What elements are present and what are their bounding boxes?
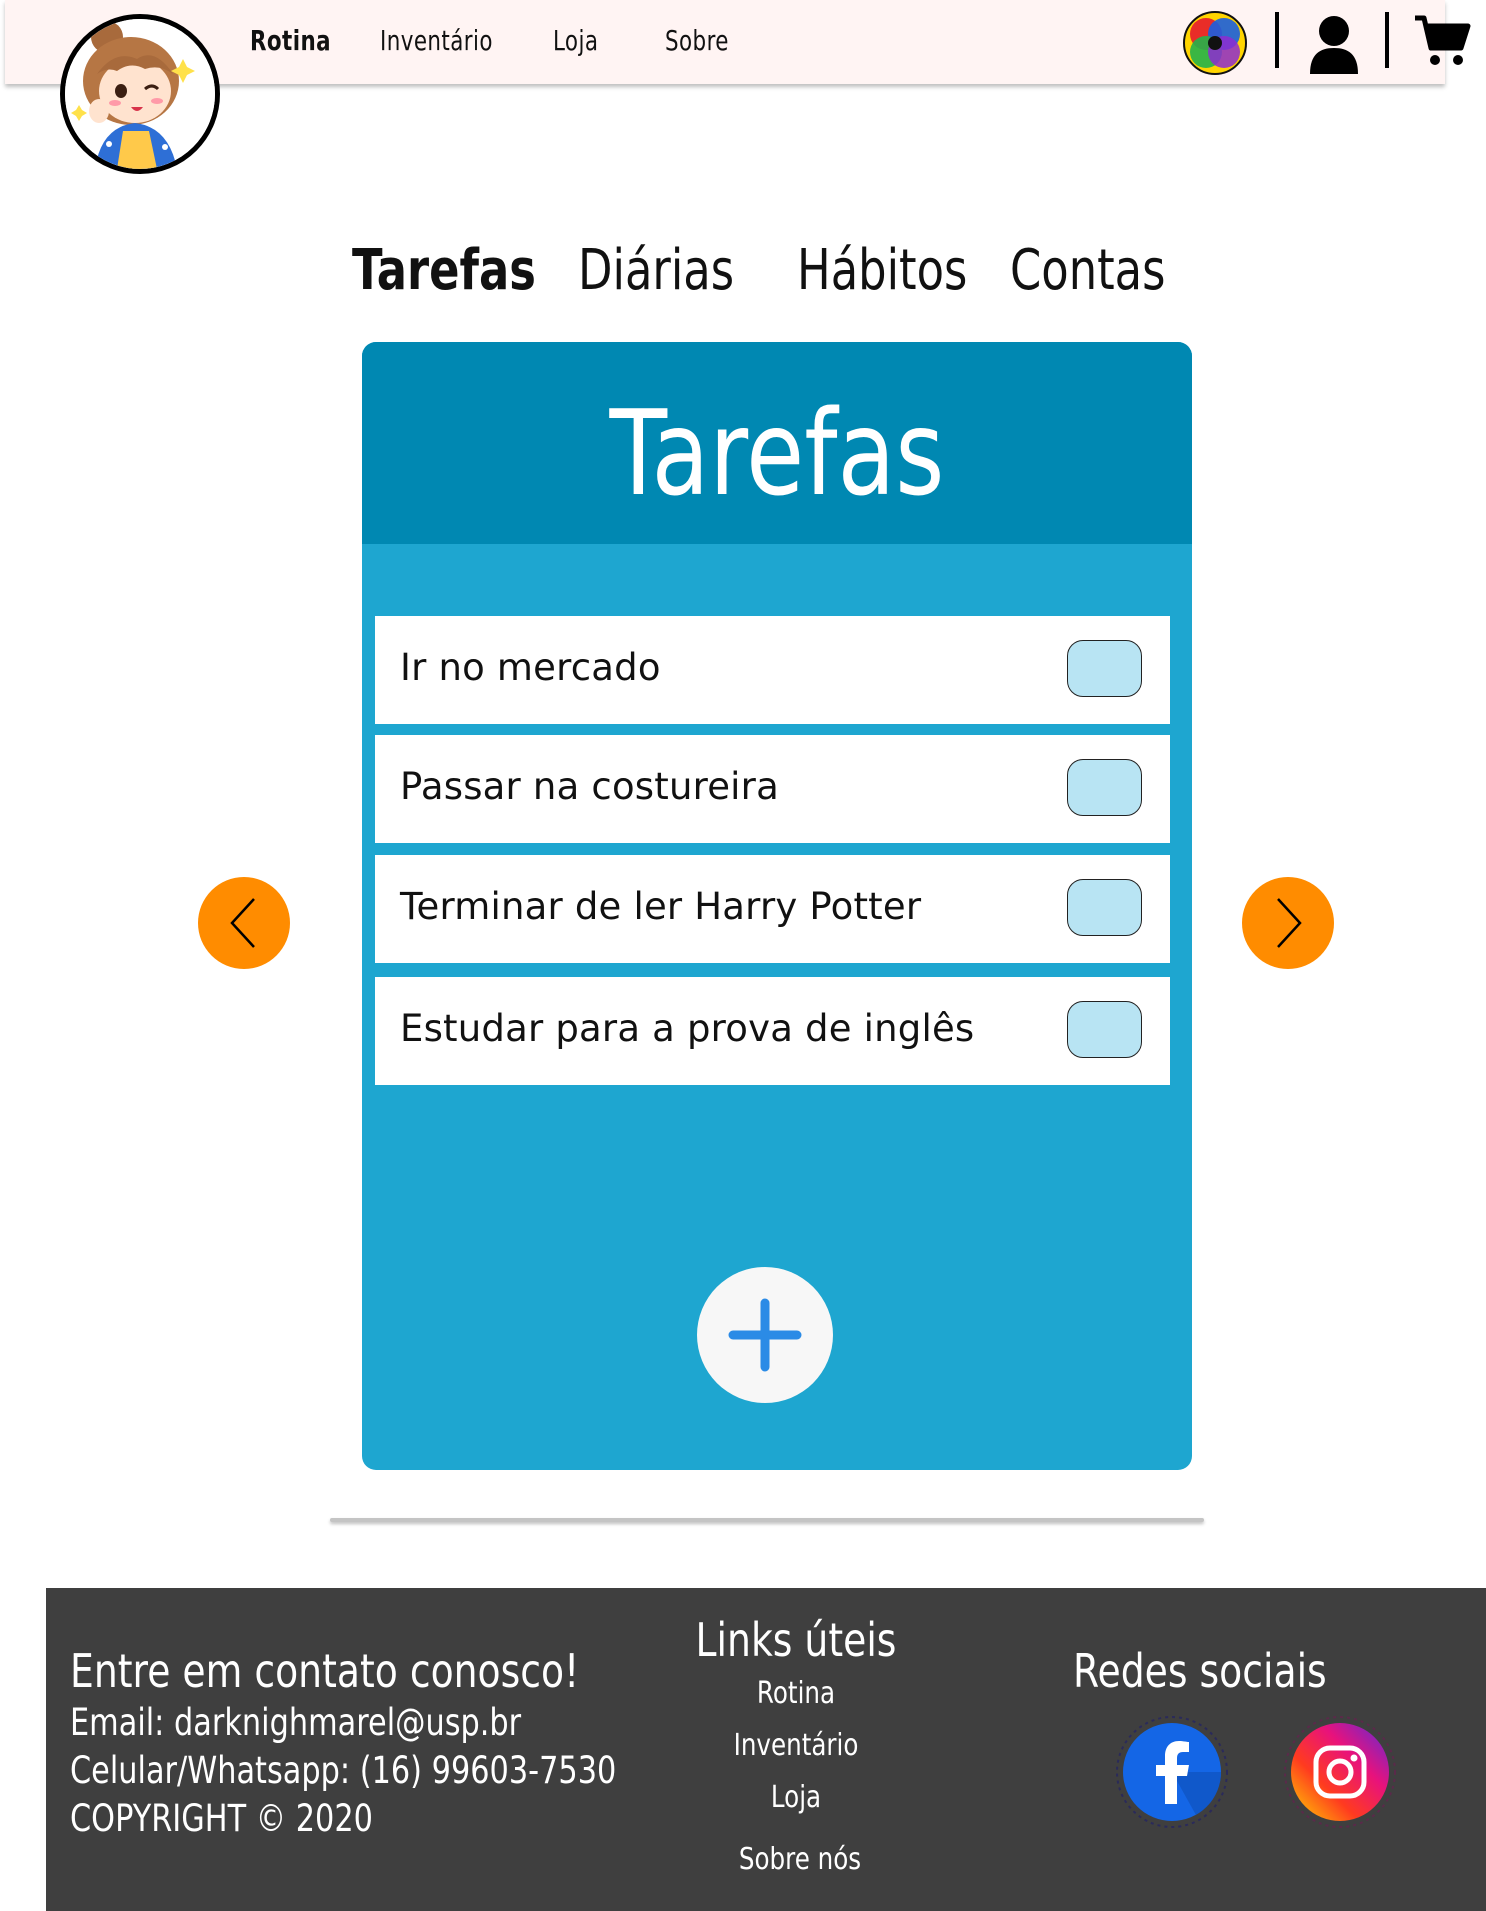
task-label: Terminar de ler Harry Potter [400,885,922,928]
panel-title: Tarefas [609,384,945,522]
instagram-link[interactable] [1284,1716,1396,1828]
nav-link-sobre[interactable]: Sobre [665,24,729,57]
contact-phone: Celular/Whatsapp: (16) 99603-7530 [70,1749,617,1792]
tab-diarias[interactable]: Diárias [578,238,734,303]
user-icon[interactable] [1308,14,1360,80]
nav-link-loja[interactable]: Loja [553,24,598,57]
chevron-left-icon [230,898,255,948]
task-item: Ir no mercado [375,616,1170,724]
task-label: Passar na costureira [400,765,779,808]
panel-header: Tarefas [362,342,1192,544]
footer-link-sobre-nos[interactable]: Sobre nós [677,1842,923,1877]
footer-link-inventario[interactable]: Inventário [673,1728,919,1763]
nav-link-rotina[interactable]: Rotina [250,24,331,57]
tasks-panel: Tarefas Ir no mercado Passar na costurei… [362,342,1192,1470]
navbar-divider [1275,12,1279,68]
instagram-icon [1284,1716,1396,1828]
facebook-icon [1116,1716,1228,1828]
add-task-button[interactable] [697,1267,833,1403]
copyright-text: COPYRIGHT © 2020 [70,1797,373,1840]
nav-link-inventario[interactable]: Inventário [380,24,493,57]
task-checkbox[interactable] [1067,759,1142,816]
tab-contas[interactable]: Contas [1010,238,1165,303]
cart-icon[interactable] [1413,14,1471,72]
cartoon-girl-logo [65,19,215,169]
top-navbar: Rotina Inventário Loja Sobre [5,0,1471,84]
facebook-link[interactable] [1116,1716,1228,1828]
contact-email[interactable]: Email: darknighmarel@usp.br [70,1701,521,1744]
links-heading: Links úteis [695,1613,897,1667]
logo-avatar[interactable] [60,14,220,174]
chevron-right-icon [1277,898,1302,948]
task-checkbox[interactable] [1067,1001,1142,1058]
task-label: Estudar para a prova de inglês [400,1007,975,1050]
color-palette-icon[interactable] [1182,10,1248,80]
task-item: Passar na costureira [375,735,1170,843]
panel-underline [330,1518,1204,1522]
social-heading: Redes sociais [1073,1644,1327,1698]
contact-heading: Entre em contato conosco! [70,1644,580,1698]
plus-icon [728,1298,802,1372]
task-label: Ir no mercado [400,646,661,689]
previous-arrow-button[interactable] [198,877,290,969]
footer-link-rotina[interactable]: Rotina [673,1676,919,1711]
next-arrow-button[interactable] [1242,877,1334,969]
task-item: Estudar para a prova de inglês [375,977,1170,1085]
task-checkbox[interactable] [1067,640,1142,697]
footer: Entre em contato conosco! Email: darknig… [46,1588,1486,1911]
tab-habitos[interactable]: Hábitos [797,238,967,303]
navbar-divider [1385,12,1389,68]
tab-tarefas[interactable]: Tarefas [352,238,536,303]
task-item: Terminar de ler Harry Potter [375,855,1170,963]
footer-link-loja[interactable]: Loja [673,1780,919,1815]
task-checkbox[interactable] [1067,879,1142,936]
